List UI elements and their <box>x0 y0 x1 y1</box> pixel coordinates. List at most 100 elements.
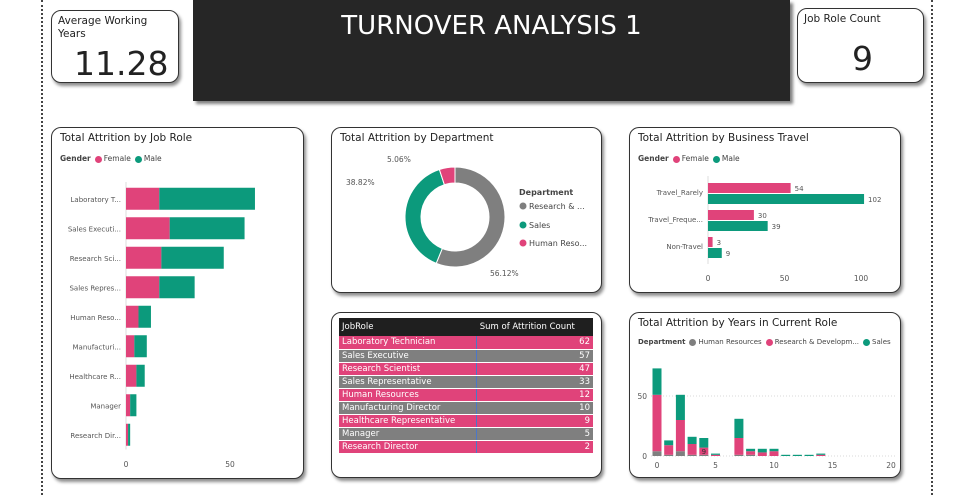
y-tick-label: 50 <box>637 392 647 401</box>
dashboard-title-banner: TURNOVER ANALYSIS 1 <box>193 0 790 101</box>
attrition-by-years-in-role-chart[interactable]: Total Attrition by Years in Current Role… <box>629 312 901 478</box>
y-tick-label: Healthcare R... <box>69 373 121 381</box>
kpi-label: Average Working Years <box>58 15 148 40</box>
y-tick-label: Sales Executi... <box>68 225 121 233</box>
bar-male <box>708 194 865 204</box>
bar-segment <box>757 452 767 456</box>
cell-attrition-count: 9 <box>476 414 593 428</box>
bar-segment <box>652 451 662 456</box>
slice-data-label: 38.82% <box>346 178 375 187</box>
cell-jobrole: Manager <box>339 427 477 441</box>
attrition-by-department-chart[interactable]: Total Attrition by Department 56.12% 38.8… <box>331 127 602 293</box>
avg-working-years-card[interactable]: Average Working Years 11.28 <box>51 10 179 83</box>
bar-data-label: 54 <box>795 185 804 193</box>
x-tick-label: 100 <box>854 274 869 283</box>
y-tick-label: Manufacturi... <box>73 343 121 351</box>
job-role-count-card[interactable]: Job Role Count 9 <box>797 8 924 83</box>
bar-segment <box>687 454 697 456</box>
cell-attrition-count: 10 <box>476 401 593 415</box>
bar-segment <box>675 451 685 456</box>
slice-data-label: 56.12% <box>490 269 519 278</box>
bar-segment <box>769 451 779 456</box>
right-page-border <box>931 0 933 495</box>
y-tick-label: Manager <box>90 402 121 410</box>
legend-swatch <box>519 221 527 229</box>
cell-attrition-count: 12 <box>476 388 593 402</box>
bar-segment <box>687 444 697 455</box>
x-tick-label: 20 <box>886 461 896 470</box>
page-title: TURNOVER ANALYSIS 1 <box>341 11 642 41</box>
column-header-sum-attrition[interactable]: Sum of Attrition Count <box>476 318 593 336</box>
job-role-attrition-table-card[interactable]: JobRole Sum of Attrition Count Laborator… <box>331 312 602 478</box>
x-tick-label: 10 <box>769 461 779 470</box>
table-row[interactable]: Manager 5 <box>339 427 593 441</box>
cell-attrition-count: 47 <box>476 362 593 376</box>
legend-label: Research & ... <box>529 202 585 211</box>
bar-male <box>708 221 768 231</box>
cell-attrition-count: 33 <box>476 375 593 389</box>
bar-segment <box>734 454 744 456</box>
table-row[interactable]: Research Director 2 <box>339 440 593 454</box>
attrition-by-business-travel-chart[interactable]: Total Attrition by Business Travel Gende… <box>629 127 901 293</box>
department-donut-plot: 56.12% 38.82% 5.06% Department Research & ..… <box>346 155 587 278</box>
x-tick-label: 0 <box>124 460 129 469</box>
bar-male <box>128 423 131 446</box>
bar-male <box>159 276 195 299</box>
bar-segment <box>746 451 756 455</box>
bar-segment <box>792 454 802 456</box>
bar-female <box>126 187 160 210</box>
cell-attrition-count: 62 <box>476 336 593 350</box>
bar-segment <box>675 420 685 452</box>
y-tick-label: Human Reso... <box>70 314 121 322</box>
bar-segment <box>711 453 720 455</box>
cell-jobrole: Healthcare Representative <box>339 414 477 428</box>
bar-male <box>134 335 147 358</box>
kpi-value: 11.28 <box>74 44 169 83</box>
bar-female <box>126 305 139 328</box>
bar-segment <box>734 418 744 438</box>
left-page-border <box>41 0 43 495</box>
x-tick-label: 5 <box>713 461 718 470</box>
bar-segment <box>816 454 826 456</box>
bar-female <box>708 183 791 193</box>
bar-segment <box>769 448 779 452</box>
bar-female <box>126 335 135 358</box>
column-header-jobrole[interactable]: JobRole <box>339 318 477 336</box>
cell-jobrole: Sales Executive <box>339 349 477 363</box>
cell-attrition-count: 5 <box>476 427 593 441</box>
bar-segment <box>804 454 814 456</box>
bar-segment <box>687 436 697 444</box>
bar-data-label: 3 <box>717 239 721 247</box>
y-tick-label: Travel_Freque... <box>647 216 703 224</box>
bar-segment <box>711 454 720 456</box>
bar-female <box>126 423 129 446</box>
table-row[interactable]: Research Scientist 47 <box>339 362 593 376</box>
x-tick-label: 50 <box>225 460 235 469</box>
table-body: Laboratory Technician 62 Sales Executive 57… <box>339 336 593 454</box>
attrition-by-job-role-chart[interactable]: Total Attrition by Job Role Gender Femal… <box>51 127 304 479</box>
bar-data-label: 102 <box>868 196 881 204</box>
table-row[interactable]: Human Resources 12 <box>339 388 593 402</box>
cell-attrition-count: 2 <box>476 440 593 454</box>
legend-label: Sales <box>529 221 550 230</box>
legend-title: Department <box>519 188 573 197</box>
business-travel-bar-plot: Travel_Rarely 54102Travel_Freque... 3039No… <box>647 176 881 283</box>
bar-data-label: 39 <box>772 223 781 231</box>
kpi-label: Job Role Count <box>804 13 881 25</box>
table-row[interactable]: Sales Executive 57 <box>339 349 593 363</box>
bar-segment <box>746 448 756 452</box>
table-row[interactable]: Sales Representative 33 <box>339 375 593 389</box>
y-tick-label: 0 <box>642 452 647 461</box>
bar-female <box>126 364 137 387</box>
bar-segment <box>664 445 674 455</box>
y-tick-label: Laboratory T... <box>71 196 121 204</box>
bar-male <box>169 217 245 240</box>
bar-segment <box>652 368 662 395</box>
y-tick-label: Travel_Rarely <box>656 189 703 197</box>
table-row[interactable]: Laboratory Technician 62 <box>339 336 593 350</box>
table-row[interactable]: Manufacturing Director 10 <box>339 401 593 415</box>
table-row[interactable]: Healthcare Representative 9 <box>339 414 593 428</box>
legend-label: Human Reso... <box>529 239 587 248</box>
bar-male <box>159 187 255 210</box>
y-tick-label: Non-Travel <box>666 243 703 251</box>
